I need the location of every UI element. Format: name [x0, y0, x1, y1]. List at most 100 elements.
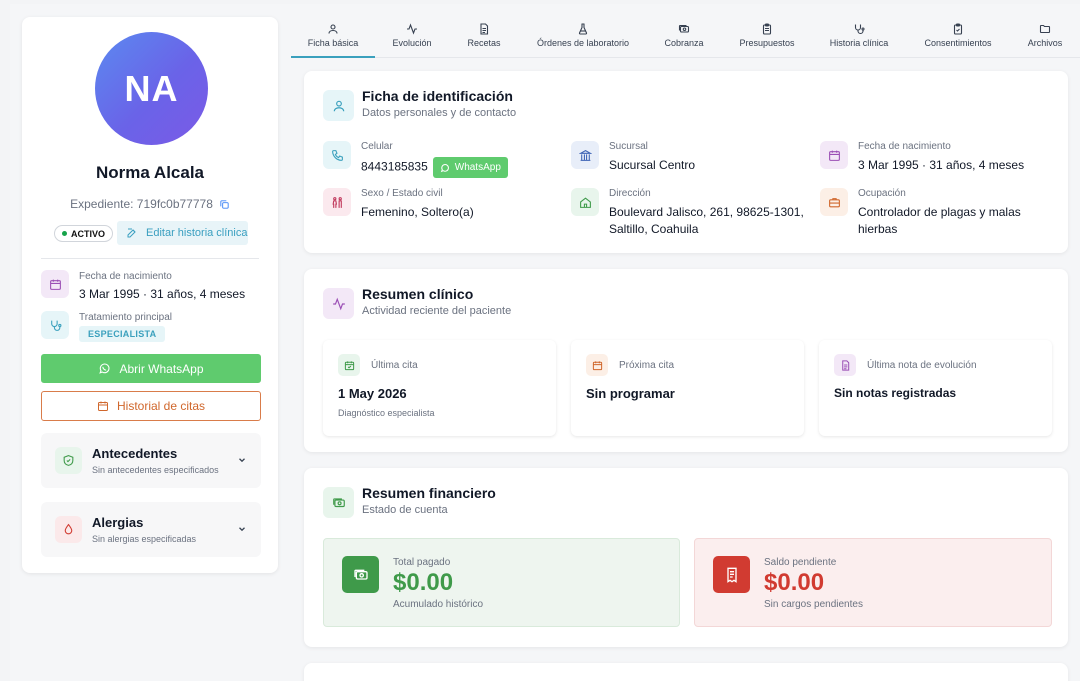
tab-label: Evolución: [392, 38, 432, 48]
tab-recetas[interactable]: Recetas: [463, 21, 505, 58]
activity-icon: [407, 23, 417, 35]
last-note-label: Última nota de evolución: [867, 360, 977, 371]
tab-consentimientos[interactable]: Consentimientos: [924, 21, 992, 58]
calendar-icon: [41, 270, 69, 298]
tab-label: Historia clínica: [829, 38, 889, 48]
tab-label: Archivos: [1027, 38, 1063, 48]
next-appointment-stat: Próxima cita Sin programar: [571, 340, 804, 436]
money-icon: [342, 556, 379, 593]
treatment-chip: ESPECIALISTA: [79, 326, 166, 342]
bank-icon: [571, 141, 599, 169]
home-icon: [571, 188, 599, 216]
chevron-down-icon: [239, 527, 245, 532]
tab-historia-clinica[interactable]: Historia clínica: [829, 21, 889, 58]
finance-subtitle: Estado de cuenta: [362, 504, 448, 516]
tab-ordenes-laboratorio[interactable]: Órdenes de laboratorio: [535, 21, 631, 58]
alergias-title: Alergias: [92, 515, 144, 530]
birth-value: 3 Mar 1995 · 31 años, 4 meses: [79, 287, 246, 301]
money-icon: [323, 487, 354, 518]
tab-archivos[interactable]: Archivos: [1027, 21, 1063, 58]
sexo-label: Sexo / Estado civil: [361, 188, 443, 199]
calendar-icon: [820, 141, 848, 169]
last-appointment-stat: Última cita 1 May 2026 Diagnóstico espec…: [323, 340, 556, 436]
antecedentes-subtitle: Sin antecedentes especificados: [92, 465, 219, 475]
sucursal-field: Sucursal Sucursal Centro: [571, 141, 695, 174]
droplet-icon: [55, 516, 82, 543]
sexo-field: Sexo / Estado civil Femenino, Soltero(a): [323, 188, 474, 221]
birth-info: Fecha de nacimiento 3 Mar 1995 · 31 años…: [41, 270, 245, 301]
patient-name: Norma Alcala: [95, 163, 205, 182]
clinical-subtitle: Actividad reciente del paciente: [362, 305, 512, 317]
next-appointment-value: Sin programar: [586, 386, 675, 401]
phone-icon: [323, 141, 351, 169]
nacimiento-field: Fecha de nacimiento 3 Mar 1995 · 31 años…: [820, 141, 1024, 174]
folder-icon: [1039, 24, 1051, 34]
stethoscope-icon: [854, 24, 865, 35]
antecedentes-title: Antecedentes: [92, 446, 178, 461]
birth-label: Fecha de nacimiento: [79, 271, 172, 282]
status-text: ACTIVO: [71, 228, 106, 239]
edit-history-button[interactable]: Editar historia clínica: [117, 221, 248, 245]
last-note-value: Sin notas registradas: [834, 386, 957, 400]
pending-balance-value: $0.00: [764, 569, 825, 596]
tab-bar: Ficha básica Evolución Recetas Órdenes d…: [291, 21, 1080, 58]
money-icon: [678, 24, 690, 33]
sexo-value: Femenino, Soltero(a): [361, 205, 474, 219]
status-dot: [62, 231, 67, 236]
open-whatsapp-button[interactable]: Abrir WhatsApp: [41, 354, 261, 383]
next-appointment-label: Próxima cita: [619, 360, 675, 371]
tab-label: Recetas: [467, 38, 501, 48]
celular-label: Celular: [361, 141, 393, 152]
tab-evolucion[interactable]: Evolución: [387, 21, 437, 58]
identification-title: Ficha de identificación: [362, 88, 513, 104]
tab-ficha-basica[interactable]: Ficha básica: [291, 21, 375, 58]
alergias-subtitle: Sin alergias especificadas: [92, 534, 197, 544]
stethoscope-icon: [41, 311, 69, 339]
appointment-history-button[interactable]: Historial de citas: [41, 391, 261, 421]
antecedentes-accordion[interactable]: Antecedentes Sin antecedentes especifica…: [41, 433, 261, 488]
pending-balance-label: Saldo pendiente: [764, 557, 837, 568]
tab-label: Ficha básica: [307, 38, 359, 48]
total-paid-box: Total pagado $0.00 Acumulado histórico: [323, 538, 680, 627]
whatsapp-chip-button[interactable]: WhatsApp: [432, 157, 508, 178]
calendar-icon: [586, 354, 608, 376]
last-appointment-label: Última cita: [371, 360, 418, 371]
sucursal-label: Sucursal: [609, 141, 648, 152]
financial-summary-card: Resumen financiero Estado de cuenta Tota…: [304, 468, 1068, 647]
tab-presupuestos[interactable]: Presupuestos: [738, 21, 796, 58]
alergias-accordion[interactable]: Alergias Sin alergias especificadas: [41, 502, 261, 557]
clinical-title: Resumen clínico: [362, 286, 474, 302]
tab-cobranza[interactable]: Cobranza: [664, 21, 704, 58]
expediente-text: Expediente: 719fc0b77778: [70, 197, 213, 211]
total-paid-value: $0.00: [393, 569, 454, 596]
copy-icon[interactable]: [219, 199, 230, 210]
document-icon: [834, 354, 856, 376]
ocupacion-value: Controlador de plagas y malas hierbas: [858, 205, 1021, 236]
pending-balance-box: Saldo pendiente $0.00 Sin cargos pendien…: [694, 538, 1052, 627]
ocupacion-field: Ocupación Controlador de plagas y malas …: [820, 188, 1050, 238]
celular-field: Celular 8443185835 WhatsApp: [323, 141, 508, 178]
edit-icon: [127, 228, 136, 238]
calendar-check-icon: [338, 354, 360, 376]
identification-card: Ficha de identificación Datos personales…: [304, 71, 1068, 253]
shield-check-icon: [55, 447, 82, 474]
tab-label: Cobranza: [664, 38, 704, 48]
last-appointment-note: Diagnóstico especialista: [338, 408, 435, 418]
flask-icon: [578, 23, 588, 35]
direccion-label: Dirección: [609, 188, 651, 199]
next-card-partial: [304, 663, 1068, 681]
nacimiento-label: Fecha de nacimiento: [858, 141, 951, 152]
tab-label: Presupuestos: [739, 38, 795, 48]
open-whatsapp-label: Abrir WhatsApp: [119, 361, 204, 376]
nacimiento-value: 3 Mar 1995 · 31 años, 4 meses: [858, 158, 1025, 172]
document-icon: [480, 23, 489, 35]
expediente: Expediente: 719fc0b77778: [22, 197, 278, 211]
pending-balance-note: Sin cargos pendientes: [764, 599, 863, 610]
activity-icon: [323, 288, 354, 319]
tab-label: Consentimientos: [924, 38, 992, 48]
receipt-icon: [713, 556, 750, 593]
divider: [41, 258, 259, 259]
sucursal-value: Sucursal Centro: [609, 158, 696, 172]
briefcase-icon: [820, 188, 848, 216]
whatsapp-icon: [440, 163, 449, 172]
